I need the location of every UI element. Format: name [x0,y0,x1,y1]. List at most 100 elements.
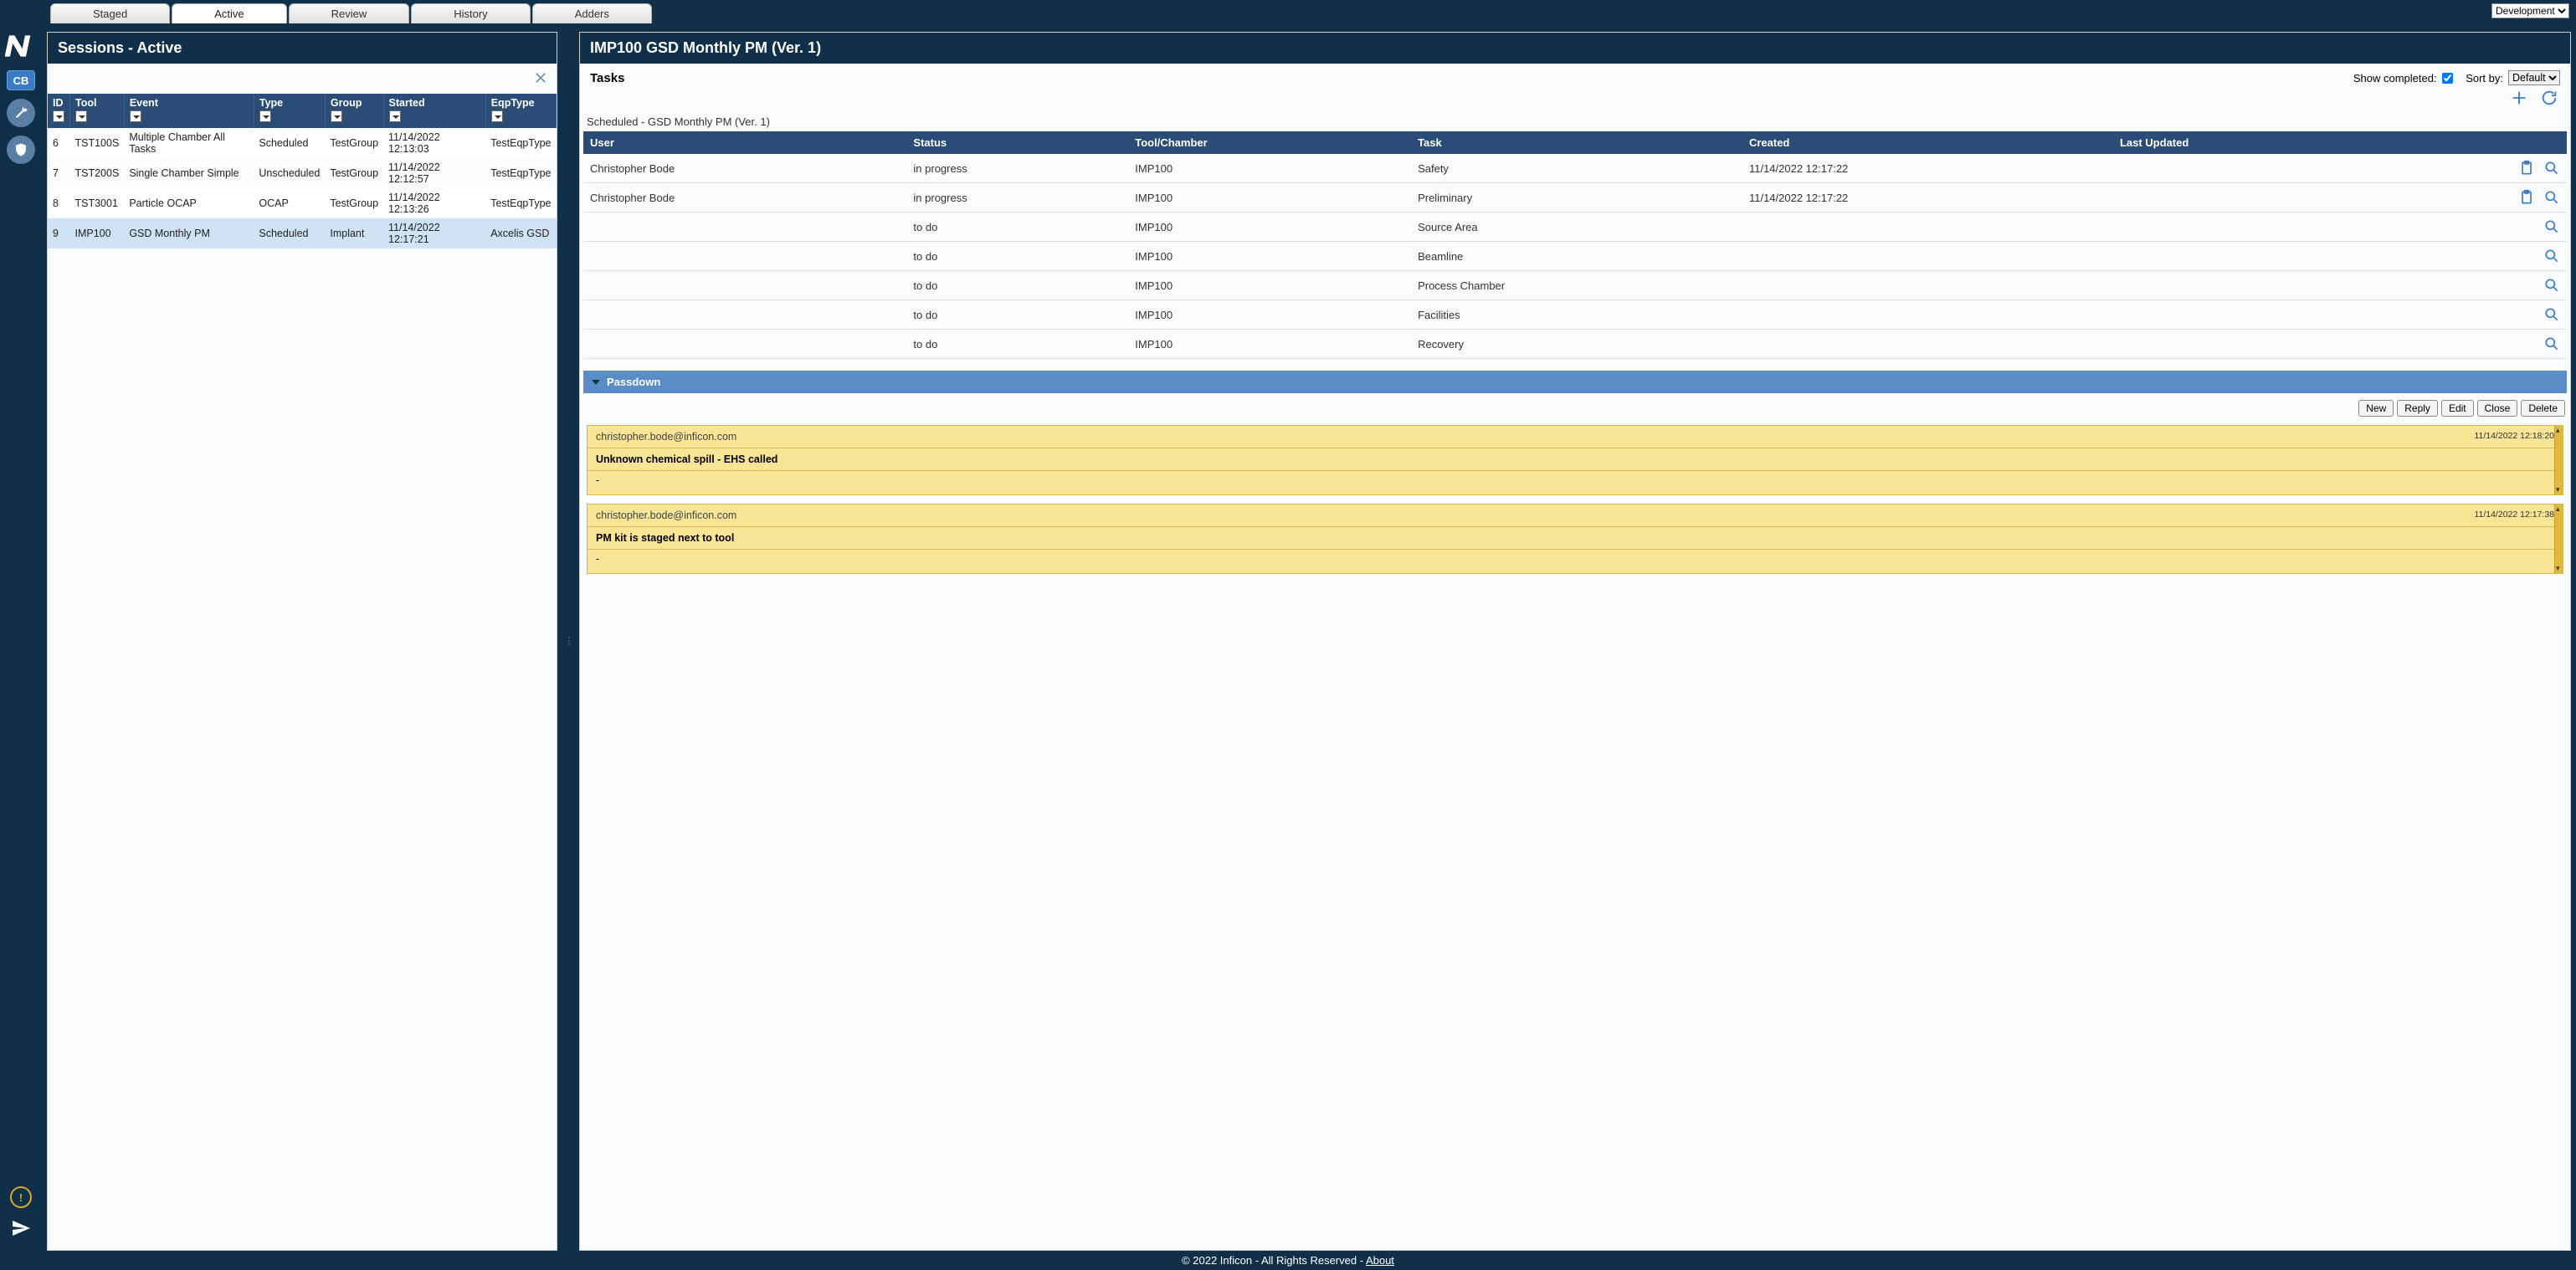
session-row[interactable]: 9IMP100GSD Monthly PMScheduledImplant11/… [48,218,557,248]
about-link[interactable]: About [1366,1254,1394,1267]
sessions-col-type[interactable]: Type [254,94,325,128]
send-icon[interactable] [11,1218,31,1241]
top-tab-bar: StagedActiveReviewHistoryAdders Developm… [0,0,2576,27]
passdown-edit-button[interactable]: Edit [2441,400,2474,417]
passdown-new-button[interactable]: New [2358,400,2394,417]
left-sidebar: CB ! [0,27,42,1251]
task-row[interactable]: to doIMP100Facilities [583,300,2567,330]
passdown-scrollbar[interactable] [2554,504,2563,573]
task-cell-status: in progress [906,154,1128,183]
environment-select[interactable]: Development [2491,3,2569,18]
tab-history[interactable]: History [411,3,530,23]
tab-review[interactable]: Review [289,3,410,23]
task-cell-user: Christopher Bode [583,183,906,213]
tasks-table: UserStatusTool/ChamberTaskCreatedLast Up… [583,131,2567,359]
passdown-header[interactable]: Passdown [583,371,2567,393]
magnify-icon[interactable] [2543,277,2560,294]
passdown-note[interactable]: christopher.bode@inficon.com 11/14/2022 1… [587,504,2563,574]
clipboard-icon[interactable] [2518,189,2535,206]
task-cell-task: Beamline [1411,242,1742,271]
magnify-icon[interactable] [2543,218,2560,235]
sessions-col-event[interactable]: Event [124,94,254,128]
task-cell-task: Process Chamber [1411,271,1742,300]
session-cell-group: TestGroup [325,128,383,158]
passdown-timestamp: 11/14/2022 12:17:38 [2474,510,2554,521]
tab-active[interactable]: Active [172,3,286,23]
clipboard-icon[interactable] [2518,160,2535,177]
magnify-icon[interactable] [2543,189,2560,206]
sessions-col-tool[interactable]: Tool [70,94,125,128]
detail-panel-title: IMP100 GSD Monthly PM (Ver. 1) [580,33,2570,64]
sort-by-select[interactable]: Default [2508,70,2560,85]
tasks-col-lastupdated: Last Updated [2113,131,2384,154]
session-cell-tool: TST3001 [70,188,125,218]
tab-adders[interactable]: Adders [532,3,652,23]
task-row[interactable]: to doIMP100Beamline [583,242,2567,271]
magnify-icon[interactable] [2543,306,2560,323]
session-cell-type: OCAP [254,188,325,218]
session-row[interactable]: 8TST3001Particle OCAPOCAPTestGroup11/14/… [48,188,557,218]
task-cell-task: Safety [1411,154,1742,183]
filter-dropdown-icon[interactable] [75,110,87,122]
session-cell-id: 6 [48,128,70,158]
task-row[interactable]: Christopher Bodein progressIMP100Prelimi… [583,183,2567,213]
tasks-col-user: User [583,131,906,154]
session-row[interactable]: 7TST200SSingle Chamber SimpleUnscheduled… [48,158,557,188]
magnify-icon[interactable] [2543,160,2560,177]
sessions-col-started[interactable]: Started [383,94,485,128]
task-cell-user: Christopher Bode [583,154,906,183]
task-row[interactable]: to doIMP100Recovery [583,330,2567,359]
session-cell-started: 11/14/2022 12:12:57 [383,158,485,188]
filter-dropdown-icon[interactable] [331,110,342,122]
task-cell-updated [2113,300,2384,330]
task-row[interactable]: to doIMP100Source Area [583,213,2567,242]
user-avatar-badge[interactable]: CB [7,70,35,90]
passdown-from: christopher.bode@inficon.com [596,510,736,521]
task-cell-tool: IMP100 [1128,183,1411,213]
task-cell-user [583,213,906,242]
alert-icon[interactable]: ! [10,1186,32,1208]
passdown-reply-button[interactable]: Reply [2397,400,2438,417]
task-cell-status: to do [906,300,1128,330]
task-cell-tool: IMP100 [1128,154,1411,183]
passdown-scrollbar[interactable] [2554,426,2563,494]
passdown-delete-button[interactable]: Delete [2521,400,2565,417]
session-row[interactable]: 6TST100SMultiple Chamber All TasksSchedu… [48,128,557,158]
magnify-icon[interactable] [2543,335,2560,352]
task-row[interactable]: to doIMP100Process Chamber [583,271,2567,300]
task-cell-created [1742,300,2113,330]
task-cell-tool: IMP100 [1128,300,1411,330]
session-cell-id: 9 [48,218,70,248]
session-cell-event: Particle OCAP [124,188,254,218]
task-row[interactable]: Christopher Bodein progressIMP100Safety1… [583,154,2567,183]
filter-dropdown-icon[interactable] [53,110,64,122]
session-cell-event: GSD Monthly PM [124,218,254,248]
sessions-table: IDToolEventTypeGroupStartedEqpType 6TST1… [48,94,557,248]
sessions-panel: Sessions - Active IDToolEventTypeGroupSt… [47,32,557,1251]
add-icon[interactable] [2510,89,2528,107]
task-cell-task: Source Area [1411,213,1742,242]
session-cell-tool: IMP100 [70,218,125,248]
passdown-close-button[interactable]: Close [2477,400,2518,417]
task-cell-created: 11/14/2022 12:17:22 [1742,183,2113,213]
filter-dropdown-icon[interactable] [491,110,503,122]
sessions-col-group[interactable]: Group [325,94,383,128]
session-cell-group: TestGroup [325,158,383,188]
wrench-icon[interactable] [7,99,35,127]
panel-divider[interactable]: ⋮ [566,32,571,1251]
filter-dropdown-icon[interactable] [259,110,271,122]
sessions-panel-title: Sessions - Active [48,33,557,64]
sessions-col-id[interactable]: ID [48,94,70,128]
filter-dropdown-icon[interactable] [130,110,141,122]
close-icon[interactable] [533,70,548,88]
passdown-note[interactable]: christopher.bode@inficon.com11/14/2022 1… [587,425,2563,495]
magnify-icon[interactable] [2543,248,2560,264]
filter-dropdown-icon[interactable] [389,110,401,122]
shield-icon[interactable] [7,136,35,164]
show-completed-checkbox[interactable] [2442,73,2453,84]
tab-staged[interactable]: Staged [50,3,170,23]
refresh-icon[interactable] [2540,89,2558,107]
task-cell-created [1742,242,2113,271]
session-cell-started: 11/14/2022 12:13:26 [383,188,485,218]
sessions-col-eqptype[interactable]: EqpType [485,94,556,128]
